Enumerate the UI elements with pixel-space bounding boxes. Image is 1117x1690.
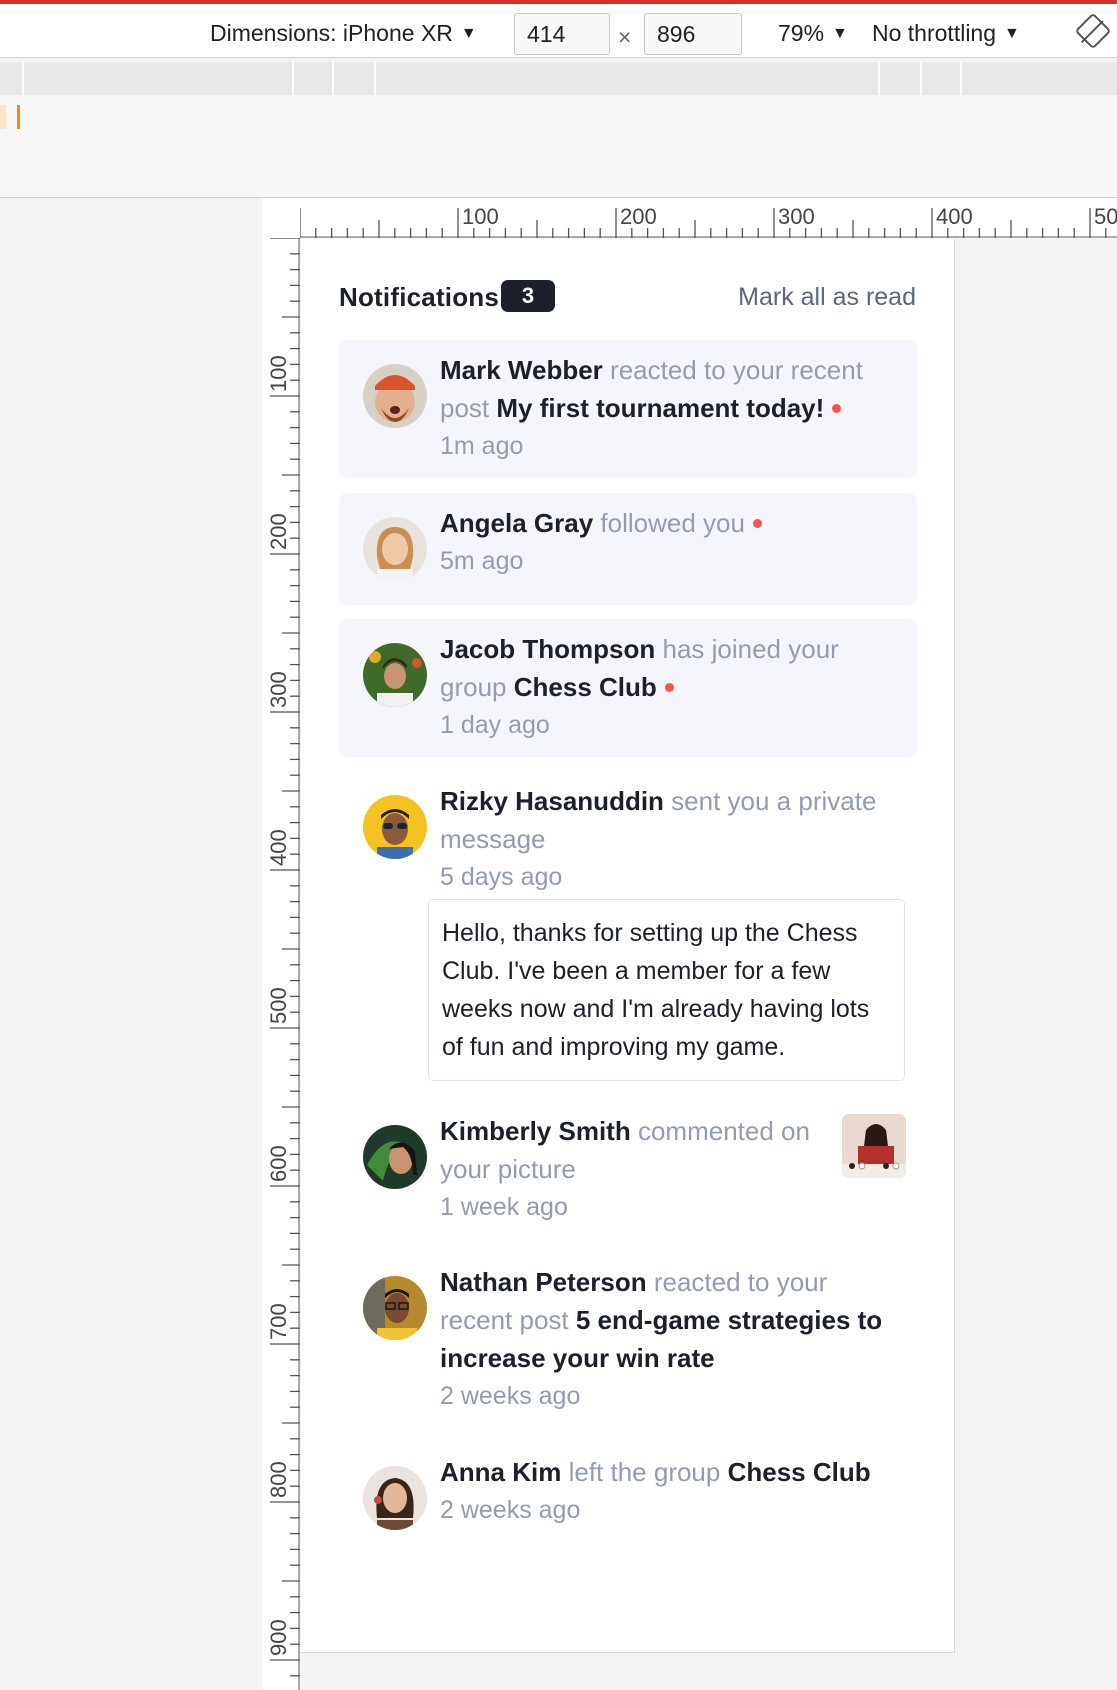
orange-marker-bg [0, 105, 6, 129]
ruler-label: 200 [266, 513, 291, 550]
avatar-mark-webber [363, 364, 427, 428]
user-name[interactable]: Angela Gray [440, 508, 593, 538]
post-link[interactable]: My first tournament today! [496, 393, 824, 423]
throttling-dropdown[interactable]: No throttling ▼ [872, 20, 1020, 47]
unread-dot [664, 683, 674, 692]
caret-down-icon: ▼ [832, 25, 848, 42]
ruler-label: 50 [1094, 204, 1117, 229]
avatar[interactable] [363, 795, 427, 859]
media-query-bar[interactable] [0, 62, 1117, 95]
ruler-label: 300 [266, 671, 291, 708]
unread-count-badge: 3 [501, 280, 555, 312]
action-text: followed you [600, 508, 745, 538]
media-query-segment[interactable] [374, 62, 376, 95]
avatar[interactable] [363, 643, 427, 707]
notification-text: Angela Gray followed you 5m ago [440, 504, 900, 580]
timestamp: 1 week ago [440, 1193, 568, 1221]
dimensions-dropdown[interactable]: Dimensions: iPhone XR ▼ [210, 20, 477, 47]
avatar[interactable] [363, 364, 427, 428]
timestamp: 2 weeks ago [440, 1382, 581, 1410]
notification-item[interactable]: Jacob Thompson has joined your group Che… [339, 619, 917, 757]
media-query-segment[interactable] [292, 62, 294, 95]
device-viewport: Notifications 3 Mark all as read Mark We… [301, 239, 955, 1653]
notification-text: Kimberly Smith commented on your picture… [440, 1112, 830, 1226]
device-frame-area [0, 95, 1117, 198]
avatar[interactable] [363, 517, 427, 581]
user-name[interactable]: Kimberly Smith [440, 1116, 631, 1146]
ruler-label: 300 [778, 204, 815, 229]
mark-all-read-button[interactable]: Mark all as read [738, 283, 916, 312]
avatar-anna-kim [363, 1466, 427, 1530]
notification-item[interactable]: Nathan Peterson reacted to your recent p… [339, 1252, 917, 1428]
ruler-label: 200 [620, 204, 657, 229]
avatar-nathan-peterson [363, 1276, 427, 1340]
height-input[interactable]: 896 [644, 13, 742, 55]
avatar-kimberly-smith [363, 1125, 427, 1189]
action-text: left the group [568, 1457, 721, 1487]
notification-item[interactable]: Kimberly Smith commented on your picture… [339, 1101, 917, 1239]
ruler-label: 500 [266, 987, 291, 1024]
timestamp: 5 days ago [440, 863, 563, 891]
ruler-label: 400 [266, 829, 291, 866]
ruler-top: 100 200 300 400 50 [262, 198, 1117, 238]
notification-item[interactable]: Mark Webber reacted to your recent post … [339, 340, 917, 478]
media-query-segment[interactable] [878, 62, 880, 95]
timestamp: 1 day ago [440, 711, 550, 739]
notification-text: Jacob Thompson has joined your group Che… [440, 630, 900, 744]
avatar-angela-gray [363, 517, 427, 581]
ruler-label: 600 [266, 1145, 291, 1182]
width-input[interactable]: 414 [514, 13, 610, 55]
group-link[interactable]: Chess Club [728, 1457, 871, 1487]
zoom-label: 79% [778, 20, 825, 46]
ruler-label: 100 [266, 355, 291, 392]
avatar[interactable] [363, 1276, 427, 1340]
ruler-label: 900 [266, 1619, 291, 1656]
timestamp: 2 weeks ago [440, 1496, 581, 1524]
media-query-segment[interactable] [22, 62, 24, 95]
notification-text: Rizky Hasanuddin sent you a private mess… [440, 782, 900, 896]
avatar-jacob-thompson [363, 643, 427, 707]
rotate-icon[interactable] [1074, 12, 1112, 50]
zoom-dropdown[interactable]: 79% ▼ [778, 20, 848, 47]
notification-item[interactable]: Rizky Hasanuddin sent you a private mess… [339, 771, 917, 1093]
user-name[interactable]: Anna Kim [440, 1457, 561, 1487]
media-query-segment[interactable] [920, 62, 922, 95]
unread-dot [752, 519, 762, 528]
notification-item[interactable]: Anna Kim left the group Chess Club 2 wee… [339, 1442, 917, 1554]
page-title: Notifications [339, 282, 500, 312]
user-name[interactable]: Nathan Peterson [440, 1267, 647, 1297]
avatar-rizky-hasanuddin [363, 795, 427, 859]
throttling-label: No throttling [872, 20, 997, 46]
caret-down-icon: ▼ [1004, 25, 1020, 42]
user-name[interactable]: Jacob Thompson [440, 634, 655, 664]
ruler-label: 100 [462, 204, 499, 229]
media-query-segment[interactable] [960, 62, 962, 95]
ruler-left: 100 200 300 400 500 600 700 800 900 [262, 238, 300, 1690]
caret-down-icon: ▼ [460, 25, 477, 42]
orange-marker [17, 105, 20, 129]
chess-picture-thumbnail[interactable] [842, 1114, 906, 1178]
avatar[interactable] [363, 1466, 427, 1530]
notification-text: Anna Kim left the group Chess Club 2 wee… [440, 1453, 900, 1529]
timestamp: 1m ago [440, 432, 524, 460]
devtools-device-toolbar: Dimensions: iPhone XR ▼ 414 × 896 79% ▼ No… [0, 0, 1117, 58]
ruler-label: 400 [936, 204, 973, 229]
avatar[interactable] [363, 1125, 427, 1189]
user-name[interactable]: Mark Webber [440, 355, 603, 385]
ruler-label: 800 [266, 1461, 291, 1498]
group-link[interactable]: Chess Club [514, 672, 657, 702]
ruler-label: 700 [266, 1303, 291, 1340]
notification-text: Mark Webber reacted to your recent post … [440, 351, 900, 465]
media-query-segment[interactable] [332, 62, 334, 95]
unread-dot [832, 404, 842, 413]
user-name[interactable]: Rizky Hasanuddin [440, 786, 664, 816]
ruler-corner [262, 198, 300, 238]
notification-text: Nathan Peterson reacted to your recent p… [440, 1263, 900, 1415]
dimensions-label: Dimensions: iPhone XR [210, 20, 453, 46]
times-symbol: × [618, 24, 632, 50]
notification-item[interactable]: Angela Gray followed you 5m ago [339, 493, 917, 605]
chess-picture-image [842, 1114, 906, 1178]
private-message-box[interactable]: Hello, thanks for setting up the Chess C… [428, 899, 905, 1081]
timestamp: 5m ago [440, 547, 524, 575]
